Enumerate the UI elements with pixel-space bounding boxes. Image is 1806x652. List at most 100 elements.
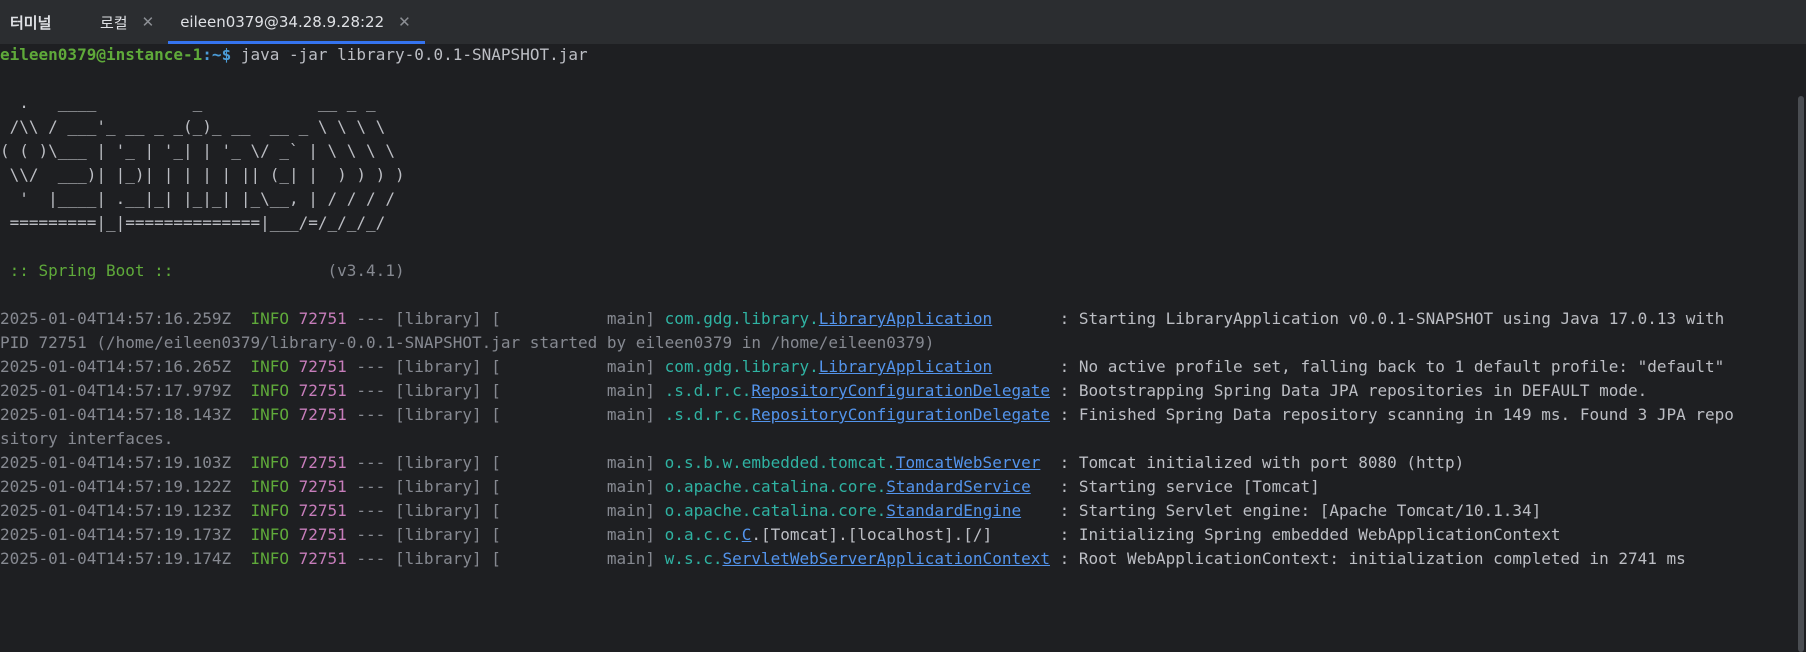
banner-line: \\/ ___)| |_)| | | | | || (_| | ) ) ) ) — [0, 165, 405, 184]
log-level: INFO — [231, 309, 289, 328]
log-message: .[Tomcat].[localhost].[/] : Initializing… — [751, 525, 1561, 544]
log-logger: com.gdg.library.LibraryApplication — [665, 357, 993, 376]
logger-class-link[interactable]: StandardEngine — [886, 501, 1021, 520]
log-pid: 72751 — [288, 309, 347, 328]
log-level: INFO — [231, 453, 289, 472]
tab-local-label: 로컬 — [100, 13, 128, 32]
log-timestamp: 2025-01-04T14:57:16.259Z — [0, 309, 232, 328]
log-thread: --- [library] [ main] — [346, 525, 665, 544]
terminal-output[interactable]: eileen0379@instance-1:~$ java -jar libra… — [0, 44, 1790, 652]
spring-boot-version: (v3.4.1) — [173, 261, 405, 280]
command-prompt-line: eileen0379@instance-1:~$ java -jar libra… — [0, 44, 588, 68]
log-thread: --- [library] [ main] — [346, 357, 665, 376]
logger-package: com.gdg.library. — [664, 309, 819, 328]
log-level: INFO — [231, 525, 289, 544]
spring-boot-version-line: :: Spring Boot :: (v3.4.1) — [0, 257, 405, 284]
banner-line: . ____ _ __ _ _ — [0, 93, 376, 112]
logger-package: w.s.c. — [664, 549, 723, 568]
log-level: INFO — [231, 357, 289, 376]
log-pid: 72751 — [288, 477, 347, 496]
logger-package: o.apache.catalina.core. — [664, 477, 887, 496]
log-pid: 72751 — [288, 525, 347, 544]
log-message: : Tomcat initialized with port 8080 (htt… — [1059, 453, 1465, 472]
log-line: PID 72751 (/home/eileen0379/library-0.0.… — [0, 329, 934, 356]
log-logger: .s.d.r.c.RepositoryConfigurationDelegate — [665, 405, 1050, 424]
logger-class-link[interactable]: C — [742, 525, 752, 544]
log-padding — [1050, 381, 1060, 400]
prompt-user: eileen0379@instance-1 — [0, 45, 203, 64]
log-line: 2025-01-04T14:57:16.265Z INFO 72751 --- … — [0, 353, 1724, 380]
logger-class-link[interactable]: ServletWebServerApplicationContext — [722, 549, 1050, 568]
log-padding — [1031, 477, 1060, 496]
tab-local[interactable]: 로컬 ✕ — [88, 0, 168, 44]
log-level: INFO — [231, 381, 289, 400]
log-thread: --- [library] [ main] — [346, 549, 665, 568]
log-level: INFO — [231, 501, 289, 520]
terminal-tab-bar: 터미널 로컬 ✕ eileen0379@34.28.9.28:22 ✕ — [0, 0, 1806, 44]
log-timestamp: 2025-01-04T14:57:19.173Z — [0, 525, 232, 544]
tab-ssh-session[interactable]: eileen0379@34.28.9.28:22 ✕ — [168, 0, 425, 44]
prompt-path: :~$ — [202, 45, 232, 64]
log-padding — [1040, 453, 1059, 472]
log-padding — [992, 357, 1059, 376]
log-thread: sitory interfaces. — [0, 429, 174, 448]
log-logger: com.gdg.library.LibraryApplication — [665, 309, 993, 328]
banner-line: ' |____| .__|_| |_|_| |_\__, | / / / / — [0, 189, 395, 208]
banner-line: =========|_|==============|___/=/_/_/_/ — [0, 213, 386, 232]
close-icon[interactable]: ✕ — [142, 13, 155, 31]
tab-ssh-label: eileen0379@34.28.9.28:22 — [180, 13, 385, 31]
log-level: INFO — [231, 477, 289, 496]
logger-package: .s.d.r.c. — [664, 381, 752, 400]
log-logger: .s.d.r.c.RepositoryConfigurationDelegate — [665, 381, 1050, 400]
logger-class-link[interactable]: LibraryApplication — [819, 309, 992, 328]
log-timestamp: 2025-01-04T14:57:19.122Z — [0, 477, 232, 496]
log-logger: o.s.b.w.embedded.tomcat.TomcatWebServer — [665, 453, 1041, 472]
log-logger: w.s.c.ServletWebServerApplicationContext — [665, 549, 1050, 568]
log-logger: o.apache.catalina.core.StandardEngine — [665, 501, 1021, 520]
log-padding — [1050, 549, 1060, 568]
log-level: INFO — [231, 549, 289, 568]
log-line: 2025-01-04T14:57:16.259Z INFO 72751 --- … — [0, 305, 1724, 332]
logger-package: o.apache.catalina.core. — [664, 501, 887, 520]
logger-package: .s.d.r.c. — [664, 405, 752, 424]
spring-boot-label: :: Spring Boot :: — [0, 261, 174, 280]
log-timestamp: 2025-01-04T14:57:18.143Z — [0, 405, 232, 424]
banner-line: /\\ / ___'_ __ _ _(_)_ __ __ _ \ \ \ \ — [0, 117, 386, 136]
log-line: 2025-01-04T14:57:19.174Z INFO 72751 --- … — [0, 545, 1686, 572]
log-pid: 72751 — [288, 501, 347, 520]
logger-class-link[interactable]: TomcatWebServer — [896, 453, 1041, 472]
log-line: 2025-01-04T14:57:19.123Z INFO 72751 --- … — [0, 497, 1541, 524]
log-timestamp: 2025-01-04T14:57:19.174Z — [0, 549, 232, 568]
log-thread: --- [library] [ main] — [346, 477, 665, 496]
prompt-command: java -jar library-0.0.1-SNAPSHOT.jar — [231, 45, 588, 64]
log-message: : Starting LibraryApplication v0.0.1-SNA… — [1059, 309, 1725, 328]
log-message: : Root WebApplicationContext: initializa… — [1059, 549, 1686, 568]
log-timestamp: 2025-01-04T14:57:19.103Z — [0, 453, 232, 472]
log-line: 2025-01-04T14:57:17.979Z INFO 72751 --- … — [0, 377, 1647, 404]
log-pid: 72751 — [288, 405, 347, 424]
logger-class-link[interactable]: RepositoryConfigurationDelegate — [751, 381, 1050, 400]
log-message: : Starting service [Tomcat] — [1059, 477, 1320, 496]
close-icon[interactable]: ✕ — [398, 13, 411, 31]
logger-package: o.a.c.c. — [664, 525, 742, 544]
log-thread: --- [library] [ main] — [346, 309, 665, 328]
log-timestamp: 2025-01-04T14:57:17.979Z — [0, 381, 232, 400]
log-pid: 72751 — [288, 453, 347, 472]
log-thread: PID 72751 (/home/eileen0379/library-0.0.… — [0, 333, 935, 352]
log-padding — [992, 309, 1059, 328]
vertical-scrollbar[interactable] — [1798, 96, 1804, 652]
log-thread: --- [library] [ main] — [346, 453, 665, 472]
logger-class-link[interactable]: LibraryApplication — [819, 357, 992, 376]
logger-package: com.gdg.library. — [664, 357, 819, 376]
log-thread: --- [library] [ main] — [346, 501, 665, 520]
log-timestamp: 2025-01-04T14:57:19.123Z — [0, 501, 232, 520]
log-logger: o.apache.catalina.core.StandardService — [665, 477, 1031, 496]
log-padding — [1021, 501, 1060, 520]
log-padding — [1050, 405, 1060, 424]
logger-package: o.s.b.w.embedded.tomcat. — [664, 453, 896, 472]
log-message: : Starting Servlet engine: [Apache Tomca… — [1059, 501, 1542, 520]
logger-class-link[interactable]: RepositoryConfigurationDelegate — [751, 405, 1050, 424]
log-line: 2025-01-04T14:57:19.173Z INFO 72751 --- … — [0, 521, 1561, 548]
log-level: INFO — [231, 405, 289, 424]
logger-class-link[interactable]: StandardService — [886, 477, 1031, 496]
